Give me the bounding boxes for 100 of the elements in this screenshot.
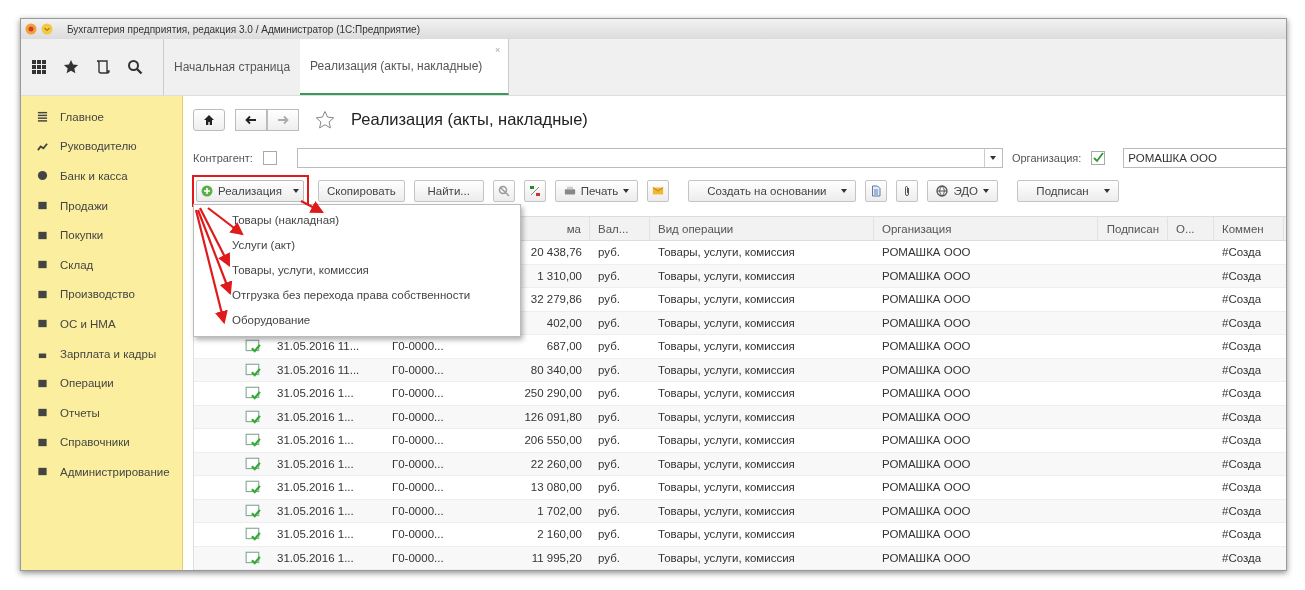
currency-cell-text: руб.	[597, 527, 621, 543]
operation-cell-text: Товары, услуги, комиссия	[657, 409, 796, 425]
chart-line-icon	[37, 140, 48, 152]
apps-grid-icon[interactable]	[31, 59, 47, 75]
date-cell-text: 31.05.2016 1...	[276, 386, 355, 402]
date-cell-text: 31.05.2016 1...	[276, 456, 355, 472]
operation-cell-text: Товары, услуги, комиссия	[657, 480, 796, 496]
sum-cell-text: 20 438,76	[529, 245, 583, 261]
logo-icon	[25, 23, 37, 35]
ledger-icon	[528, 185, 541, 197]
sidebar-item[interactable]: Продажи	[21, 190, 182, 221]
column-header[interactable]: Вал...	[590, 217, 650, 240]
tab[interactable]: Начальная страница	[164, 39, 301, 95]
attachment-button[interactable]	[896, 180, 919, 202]
currency-cell-text: руб.	[597, 315, 621, 331]
posted-document-icon	[245, 409, 261, 424]
back-button[interactable]	[235, 108, 267, 131]
sidebar-item[interactable]: Операции	[21, 368, 182, 398]
toolbar-button[interactable]: Создать на основании	[688, 180, 857, 202]
menu-item[interactable]: Товары, услуги, комиссия	[194, 257, 520, 282]
star-icon[interactable]	[315, 109, 335, 130]
sidebar-item[interactable]: ОС и НМА	[21, 309, 182, 339]
sidebar-item[interactable]: Руководителю	[21, 131, 182, 162]
printer-icon	[563, 185, 576, 197]
menu-icon[interactable]	[41, 23, 53, 35]
posted-document-icon	[245, 480, 261, 495]
create-dropdown-button[interactable]: Реализация	[196, 180, 304, 202]
number-cell-text: Г0-0000...	[391, 433, 445, 449]
sidebar-item[interactable]: Склад	[21, 249, 182, 280]
comment-cell-text: #Созда	[1221, 433, 1263, 449]
posted-document-icon	[245, 550, 261, 565]
checkbox[interactable]	[262, 151, 277, 166]
number-cell-text: Г0-0000...	[391, 386, 445, 402]
currency-cell-text: руб.	[597, 409, 621, 425]
date-cell-text: 31.05.2016 1...	[276, 433, 355, 449]
column-header[interactable]: Вид операции	[650, 217, 874, 240]
posted-document-icon	[245, 433, 261, 448]
comment-cell-text: #Созда	[1221, 268, 1263, 284]
currency-cell-text: руб.	[597, 268, 621, 284]
tab[interactable]: Реализация (акты, накладные) ×	[300, 39, 510, 95]
currency-cell-text: руб.	[597, 339, 621, 355]
sidebar-item[interactable]: Справочники	[21, 427, 182, 458]
sidebar-item[interactable]: Главное	[21, 102, 182, 132]
organization-field[interactable]: РОМАШКА ООО	[1123, 148, 1286, 169]
envelope-icon	[652, 185, 665, 197]
column-header[interactable]: Организация	[874, 217, 1098, 240]
column-header[interactable]: Коммен	[1214, 217, 1284, 240]
comment-cell-text: #Созда	[1221, 292, 1263, 308]
document-button[interactable]	[865, 180, 888, 202]
organization-cell-text: РОМАШКА ООО	[881, 550, 972, 566]
toolbar-button[interactable]: Подписан	[1017, 180, 1119, 202]
menu-item[interactable]: Оборудование	[194, 307, 520, 332]
edo-button[interactable]: ЭДО	[927, 180, 998, 202]
caret-icon	[990, 156, 997, 161]
toolbar-button[interactable]: Найти...	[413, 180, 484, 202]
organization-cell-text: РОМАШКА ООО	[881, 503, 972, 519]
history-icon[interactable]	[95, 59, 111, 75]
currency-cell-text: руб.	[597, 480, 621, 496]
plus-icon	[201, 185, 213, 197]
search-clear-button[interactable]	[492, 180, 515, 202]
posted-document-icon	[245, 527, 261, 542]
document-icon	[870, 185, 883, 197]
sum-cell-text: 1 702,00	[536, 503, 583, 519]
dt-kt-button[interactable]	[523, 180, 546, 202]
sum-cell-text: 80 340,00	[529, 362, 583, 378]
comment-cell-text: #Созда	[1221, 386, 1263, 402]
operation-cell-text: Товары, услуги, комиссия	[657, 433, 796, 449]
number-cell-text: Г0-0000...	[391, 456, 445, 472]
number-cell-text: Г0-0000...	[391, 503, 445, 519]
column-header[interactable]: О...	[1168, 217, 1214, 240]
star-icon[interactable]	[63, 59, 79, 75]
currency-cell-text: руб.	[597, 503, 621, 519]
organization-cell-text: РОМАШКА ООО	[881, 527, 972, 543]
comment-cell-text: #Созда	[1221, 456, 1263, 472]
menu-item[interactable]: Отгрузка без перехода права собственности	[194, 282, 520, 307]
sidebar-item[interactable]: Покупки	[21, 220, 182, 250]
organization-cell-text: РОМАШКА ООО	[881, 386, 972, 402]
search-icon[interactable]	[127, 59, 143, 75]
operation-cell-text: Товары, услуги, комиссия	[657, 503, 796, 519]
sidebar-item[interactable]: Зарплата и кадры	[21, 338, 182, 369]
counterparty-field[interactable]	[296, 148, 1003, 169]
organization-cell-text: РОМАШКА ООО	[881, 433, 972, 449]
column-header[interactable]: Подписан	[1098, 217, 1168, 240]
comment-cell-text: #Созда	[1221, 480, 1263, 496]
operation-cell-text: Товары, услуги, комиссия	[657, 245, 796, 261]
comment-cell-text: #Созда	[1221, 245, 1263, 261]
home-button[interactable]	[193, 108, 225, 131]
organization-cell-text: РОМАШКА ООО	[881, 456, 972, 472]
sidebar-item[interactable]: Администрирование	[21, 457, 182, 487]
currency-cell-text: руб.	[597, 433, 621, 449]
sidebar-item[interactable]: Производство	[21, 279, 182, 310]
date-cell-text: 31.05.2016 1...	[276, 480, 355, 496]
print-button[interactable]: Печать	[554, 180, 639, 202]
counterparty-label: Контрагент:	[193, 152, 253, 165]
organization-cell-text: РОМАШКА ООО	[881, 245, 972, 261]
organization-cell-text: РОМАШКА ООО	[881, 362, 972, 378]
toolbar-button[interactable]: Скопировать	[318, 180, 405, 202]
sidebar-item[interactable]: Банк и касса	[21, 161, 182, 191]
sidebar-item[interactable]: Отчеты	[21, 397, 182, 428]
checkbox[interactable]	[1091, 151, 1106, 166]
